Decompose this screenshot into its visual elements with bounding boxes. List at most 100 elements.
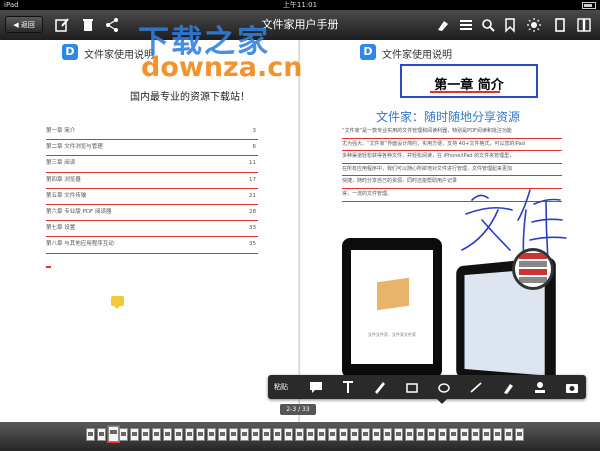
page-thumbnail[interactable] (196, 428, 205, 441)
single-page-icon[interactable] (552, 17, 568, 33)
toc-entry[interactable]: 第八章 与其他应用程序互动 35 (46, 237, 258, 254)
ellipse-icon[interactable] (436, 379, 452, 395)
trash-icon[interactable] (80, 17, 96, 33)
page-thumbnail[interactable] (482, 428, 491, 441)
app-logo: D (62, 44, 78, 60)
page-thumbnail[interactable] (438, 428, 447, 441)
toc-entry-page: 33 (249, 225, 256, 232)
page-thumbnail[interactable] (295, 428, 304, 441)
chapter-annotation-box: 第一章 简介 (400, 64, 538, 98)
toc-entry-label: 第八章 与其他应用程序互动 (46, 241, 114, 248)
box-illustration (377, 277, 409, 311)
page-thumbnail[interactable] (86, 428, 95, 441)
battery-icon (580, 0, 596, 10)
brightness-icon[interactable] (526, 17, 542, 33)
toc-entry-label: 第二章 文件浏览与管理 (46, 144, 103, 151)
page-thumbnail[interactable] (163, 428, 172, 441)
note-comment-icon[interactable] (111, 296, 124, 309)
page-thumbnail[interactable] (460, 428, 469, 441)
page-thumbnail[interactable] (493, 428, 502, 441)
page-thumbnail[interactable] (229, 428, 238, 441)
page-thumbnail[interactable] (152, 428, 161, 441)
paste-button[interactable]: 粘贴 (274, 375, 288, 399)
handwriting-annotation (461, 189, 567, 263)
line-icon[interactable] (468, 379, 484, 395)
toc-entry[interactable]: 第六章 专业版 PDF 阅读器 28 (46, 205, 258, 222)
page-thumbnail[interactable] (427, 428, 436, 441)
page-thumbnail[interactable] (394, 428, 403, 441)
page-thumbnail[interactable] (416, 428, 425, 441)
page-thumbnail[interactable] (107, 425, 120, 443)
annotation-mark (46, 266, 51, 268)
toc-entry[interactable]: 第四章 浏览器 17 (46, 173, 258, 189)
toc-entry[interactable]: 第二章 文件浏览与管理 6 (46, 140, 258, 157)
page-thumbnail[interactable] (372, 428, 381, 441)
toc-entry-page: 21 (249, 192, 256, 199)
page-thumbnail[interactable] (251, 428, 260, 441)
double-page-icon[interactable] (576, 17, 592, 33)
page-thumbnail[interactable] (262, 428, 271, 441)
stamp-icon[interactable] (532, 379, 548, 395)
page-thumbnail[interactable] (328, 428, 337, 441)
toc-entry-page: 3 (252, 128, 257, 134)
paragraph-line: 多种渠道轻松获得各种文件，并轻松阅读，在 iPhone/iPad 的文件夹管理里… (342, 151, 562, 164)
paragraph-line: 尤为强大。“文件家”界面设计简约，实用方便，支持 40+文件格式，可以您的iPa… (342, 139, 562, 152)
toc-entry[interactable]: 第五章 文件传输 21 (46, 189, 258, 205)
highlight-icon[interactable] (436, 17, 452, 33)
page-thumbnail[interactable] (174, 428, 183, 441)
page-thumbnail[interactable] (449, 428, 458, 441)
toc-entry-label: 第五章 文件传输 (46, 192, 87, 199)
page-thumbnail[interactable] (361, 428, 370, 441)
toc-entry[interactable]: 第三章 阅读 11 (46, 156, 258, 173)
paragraph-line: 在所有应用程序中，我们可以随心所欲地对文件进行管理，文件管理起来更加 (342, 164, 562, 177)
page-thumbnail[interactable] (317, 428, 326, 441)
list-icon[interactable] (458, 17, 474, 33)
page-thumbnail[interactable] (207, 428, 216, 441)
page-thumbnail[interactable] (350, 428, 359, 441)
page-thumbnail[interactable] (185, 428, 194, 441)
clock: 上午11:01 (282, 1, 318, 9)
page-thumbnail[interactable] (284, 428, 293, 441)
camera-icon[interactable] (564, 379, 580, 395)
rectangle-icon[interactable] (404, 379, 420, 395)
comment-icon[interactable] (308, 379, 324, 395)
page-thumbnail[interactable] (97, 428, 106, 441)
edit-icon[interactable] (54, 17, 70, 33)
page-thumbnail[interactable] (515, 428, 524, 441)
page-thumbnail[interactable] (471, 428, 480, 441)
page-thumbnail[interactable] (218, 428, 227, 441)
back-button[interactable]: ◀ 返回 (5, 16, 43, 33)
toc-entry-label: 第一章 简介 (46, 128, 76, 134)
page-thumbnail[interactable] (240, 428, 249, 441)
highlighter-icon[interactable] (500, 379, 516, 395)
toc-entry-page: 28 (249, 208, 256, 215)
toc-entry[interactable]: 第一章 简介 3 (46, 124, 258, 141)
page-thumbnail[interactable] (504, 428, 513, 441)
page-thumbnail[interactable] (141, 428, 150, 441)
page-thumbnail[interactable] (383, 428, 392, 441)
right-page[interactable]: D 文件家使用说明 第一章 简介 文件家：随时随地分享资源 “文件家”是一款专业… (300, 40, 600, 422)
bookmark-icon[interactable] (502, 17, 518, 33)
paragraph-line: “文件家”是一款专业实用的文件管理和阅读利器，特别是PDF阅读和批注功能 (342, 126, 562, 139)
toc-entry-label: 第六章 专业版 PDF 阅读器 (46, 208, 112, 215)
pen-icon[interactable] (372, 379, 388, 395)
ipad-illustration-front: 文件文件家，文件家文件家 (342, 238, 442, 378)
page-indicator: 2-3 / 33 (280, 404, 316, 415)
search-icon[interactable] (480, 17, 496, 33)
doc-title: 文件家使用说明 (382, 50, 452, 61)
text-icon[interactable] (340, 379, 356, 395)
page-thumbnail[interactable] (130, 428, 139, 441)
status-bar: iPad 上午11:01 (0, 0, 600, 10)
watermark-url: downza.cn (141, 52, 303, 83)
toc-entry-page: 17 (249, 176, 256, 183)
chapter-subtitle: 文件家：随时随地分享资源 (376, 110, 521, 124)
thumbnail-strip[interactable] (0, 422, 600, 451)
page-thumbnail[interactable] (119, 428, 128, 441)
page-thumbnail[interactable] (306, 428, 315, 441)
toc-entry-label: 第三章 阅读 (46, 160, 76, 167)
page-thumbnail[interactable] (405, 428, 414, 441)
share-icon[interactable] (104, 17, 120, 33)
page-thumbnail[interactable] (273, 428, 282, 441)
toc-entry[interactable]: 第七章 设置 33 (46, 221, 258, 238)
page-thumbnail[interactable] (339, 428, 348, 441)
